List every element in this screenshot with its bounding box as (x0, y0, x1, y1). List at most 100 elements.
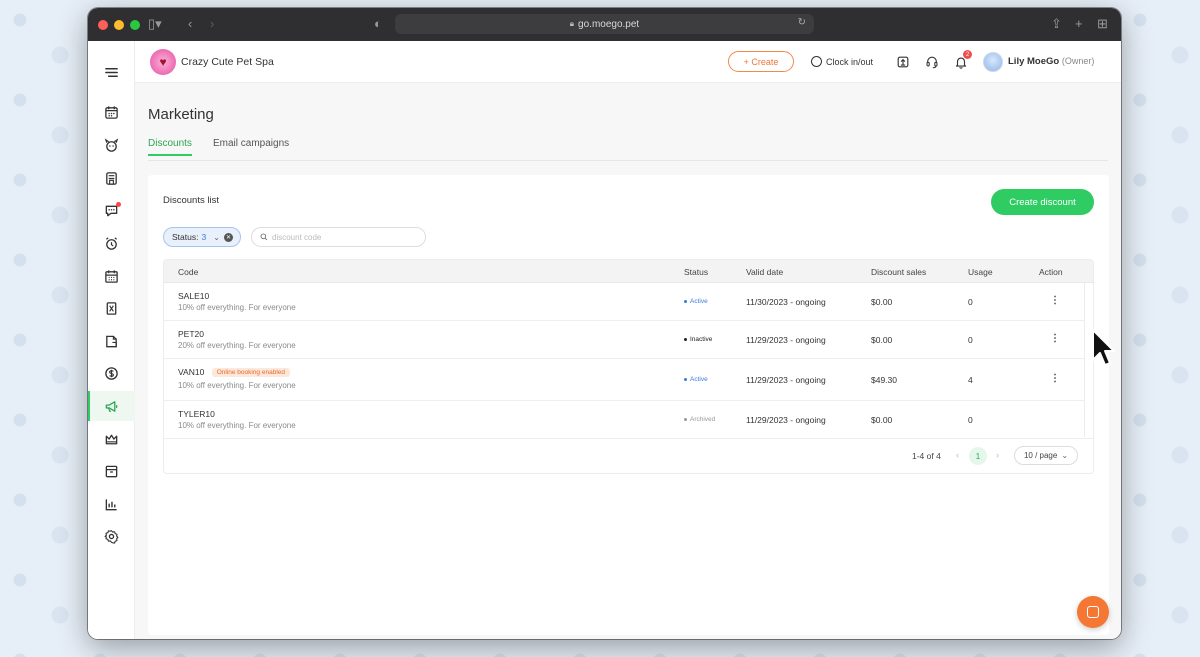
discount-code: PET20 (178, 329, 204, 339)
status-filter[interactable]: Status: 3 ⌄ ✕ (163, 227, 241, 247)
reload-icon[interactable]: ↻ (798, 17, 806, 28)
maximize-window-button[interactable] (130, 19, 140, 30)
sidebar-toggle-icon[interactable]: ▯▾ (148, 16, 162, 32)
discounts-list-title: Discounts list (163, 195, 219, 206)
business-logo[interactable]: ♥ (150, 49, 176, 75)
next-page-icon[interactable]: › (996, 450, 999, 460)
code-cell: VAN10 Online booking enabled 10% off eve… (178, 367, 296, 390)
page-title: Marketing (148, 106, 214, 123)
gear-icon[interactable] (88, 522, 135, 550)
url-text: go.moego.pet (578, 18, 640, 30)
discount-search[interactable] (251, 227, 426, 247)
privacy-shield-icon[interactable]: ◐ (374, 16, 382, 31)
user-menu[interactable]: Lily MoeGo (Owner) (1008, 56, 1094, 67)
tab-bar: Discounts Email campaigns (148, 131, 1108, 161)
discounts-table: Code Status Valid date Discount sales Us… (163, 259, 1094, 474)
business-name[interactable]: Crazy Cute Pet Spa (181, 56, 274, 68)
address-bar[interactable]: 🔒︎ go.moego.pet ↻ (395, 14, 814, 34)
message-icon[interactable] (88, 196, 135, 224)
notification-bell-icon[interactable]: 2 (953, 50, 972, 70)
column-header-usage: Usage (968, 267, 993, 277)
discount-description: 10% off everything. For everyone (178, 421, 296, 430)
megaphone-icon[interactable] (88, 391, 135, 421)
chat-support-button[interactable] (1077, 596, 1109, 628)
discount-description: 10% off everything. For everyone (178, 381, 296, 390)
discounts-card: Discounts list Create discount Status: 3… (148, 175, 1109, 635)
valid-date: 11/29/2023 - ongoing (746, 375, 826, 385)
page-number-button[interactable]: 1 (969, 447, 987, 465)
app-header: ♥ Crazy Cute Pet Spa + Create Clock in/o… (135, 41, 1121, 83)
schedule-icon[interactable] (88, 262, 135, 290)
back-arrow-icon[interactable]: ‹ (188, 16, 192, 31)
user-name: Lily MoeGo (1008, 56, 1060, 67)
new-tab-icon[interactable]: + (1075, 16, 1083, 31)
usage-count: 0 (968, 335, 973, 345)
prev-page-icon[interactable]: ‹ (956, 450, 959, 460)
user-role: (Owner) (1061, 56, 1095, 66)
chart-icon[interactable] (88, 490, 135, 518)
discount-code: TYLER10 (178, 409, 215, 419)
crown-icon[interactable] (88, 425, 135, 453)
search-input[interactable] (272, 232, 412, 242)
usage-count: 0 (968, 415, 973, 425)
table-row[interactable]: SALE10 10% off everything. For everyone … (164, 283, 1093, 321)
browser-toolbar: ▯▾ ‹ › ◐ 🔒︎ go.moego.pet ↻ ⇪ + ⊞ (88, 8, 1121, 41)
report-card-icon[interactable] (88, 294, 135, 322)
table-row[interactable]: TYLER10 10% off everything. For everyone… (164, 401, 1093, 439)
close-window-button[interactable] (98, 19, 108, 30)
table-row[interactable]: VAN10 Online booking enabled 10% off eve… (164, 359, 1093, 401)
discount-description: 20% off everything. For everyone (178, 341, 296, 350)
sidebar (88, 41, 135, 639)
usage-count: 0 (968, 297, 973, 307)
window-controls (98, 19, 140, 30)
status-dot-icon (684, 378, 687, 381)
tab-discounts[interactable]: Discounts (148, 138, 192, 156)
usage-count: 4 (968, 375, 973, 385)
column-header-code: Code (178, 267, 199, 277)
status-dot-icon (684, 338, 687, 341)
discount-code: SALE10 (178, 291, 210, 301)
valid-date: 11/29/2023 - ongoing (746, 415, 826, 425)
support-headset-icon[interactable] (924, 54, 940, 70)
code-cell: TYLER10 10% off everything. For everyone (178, 409, 296, 430)
discount-code-line: VAN10 Online booking enabled (178, 367, 296, 377)
status-badge: Active (684, 298, 708, 305)
column-header-discount-sales: Discount sales (871, 267, 927, 277)
status-dot-icon (684, 300, 687, 303)
code-cell: SALE10 10% off everything. For everyone (178, 291, 296, 312)
share-icon[interactable]: ⇪ (1051, 16, 1062, 32)
minimize-window-button[interactable] (114, 19, 124, 30)
dollar-icon[interactable] (88, 359, 135, 387)
tab-email-campaigns[interactable]: Email campaigns (213, 138, 289, 155)
table-row[interactable]: PET20 20% off everything. For everyone I… (164, 321, 1093, 359)
column-header-valid-date: Valid date (746, 267, 784, 277)
clock-in-out-button[interactable]: Clock in/out (811, 56, 873, 67)
message-badge (116, 202, 121, 207)
more-actions-icon[interactable]: ⋮ (1050, 296, 1060, 306)
status-badge: Inactive (684, 336, 712, 343)
tab-overview-icon[interactable]: ⊞ (1097, 16, 1108, 32)
calendar-icon[interactable] (88, 98, 135, 126)
create-discount-button[interactable]: Create discount (991, 189, 1094, 215)
archive-icon[interactable] (88, 457, 135, 485)
status-label: Archived (690, 416, 716, 423)
pagination-info: 1-4 of 4 (912, 451, 941, 461)
discount-sales: $0.00 (871, 415, 893, 425)
valid-date: 11/29/2023 - ongoing (746, 335, 826, 345)
pet-icon[interactable] (88, 131, 135, 159)
store-icon[interactable] (88, 164, 135, 192)
clear-filter-icon[interactable]: ✕ (224, 233, 233, 242)
alarm-icon[interactable] (88, 229, 135, 257)
create-button[interactable]: + Create (728, 51, 794, 72)
forward-arrow-icon[interactable]: › (210, 16, 214, 31)
more-actions-icon[interactable]: ⋮ (1050, 334, 1060, 344)
more-actions-icon[interactable]: ⋮ (1050, 374, 1060, 384)
upload-icon[interactable] (895, 54, 911, 70)
document-icon[interactable] (88, 327, 135, 355)
avatar[interactable] (983, 52, 1003, 72)
page-size-value: 10 / page (1023, 451, 1058, 460)
page-size-select[interactable]: 10 / page ⌄ (1014, 446, 1078, 465)
status-dot-icon (684, 418, 687, 421)
table-header: Code Status Valid date Discount sales Us… (164, 260, 1093, 283)
menu-icon[interactable] (88, 58, 135, 86)
